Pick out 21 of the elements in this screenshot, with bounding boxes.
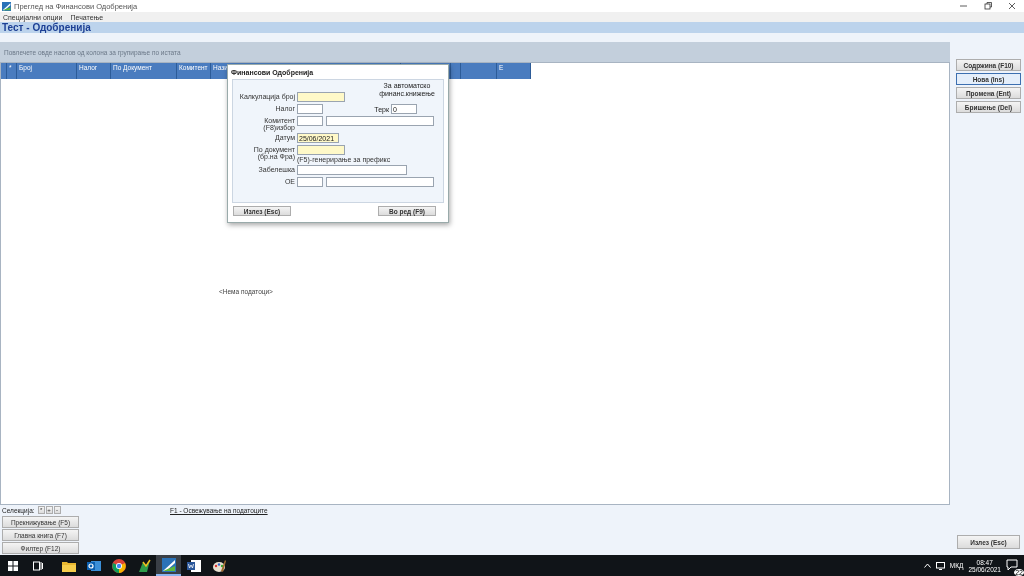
- app-icon: [161, 557, 176, 572]
- start-icon[interactable]: [7, 560, 18, 571]
- input-field[interactable]: [297, 104, 323, 114]
- input-field[interactable]: [326, 116, 434, 126]
- taskbar-app[interactable]: [156, 555, 181, 576]
- input-field[interactable]: [326, 177, 434, 187]
- task-view-icon[interactable]: [32, 560, 43, 571]
- caret-up-icon[interactable]: [923, 563, 931, 568]
- browser-icon: [111, 558, 126, 573]
- app-icon: [136, 558, 151, 573]
- word-processor-icon: [186, 558, 201, 573]
- page-header: Тест - Одобренија: [0, 22, 1024, 33]
- input-field[interactable]: [297, 145, 345, 155]
- folder-icon: [61, 559, 76, 572]
- input-field[interactable]: [297, 116, 323, 126]
- monitor-icon[interactable]: [935, 561, 945, 570]
- input-field[interactable]: [297, 165, 407, 175]
- mail-app-icon: [86, 558, 101, 573]
- palette-icon: [211, 558, 226, 573]
- input-field[interactable]: [297, 92, 345, 102]
- input-field[interactable]: [297, 177, 323, 187]
